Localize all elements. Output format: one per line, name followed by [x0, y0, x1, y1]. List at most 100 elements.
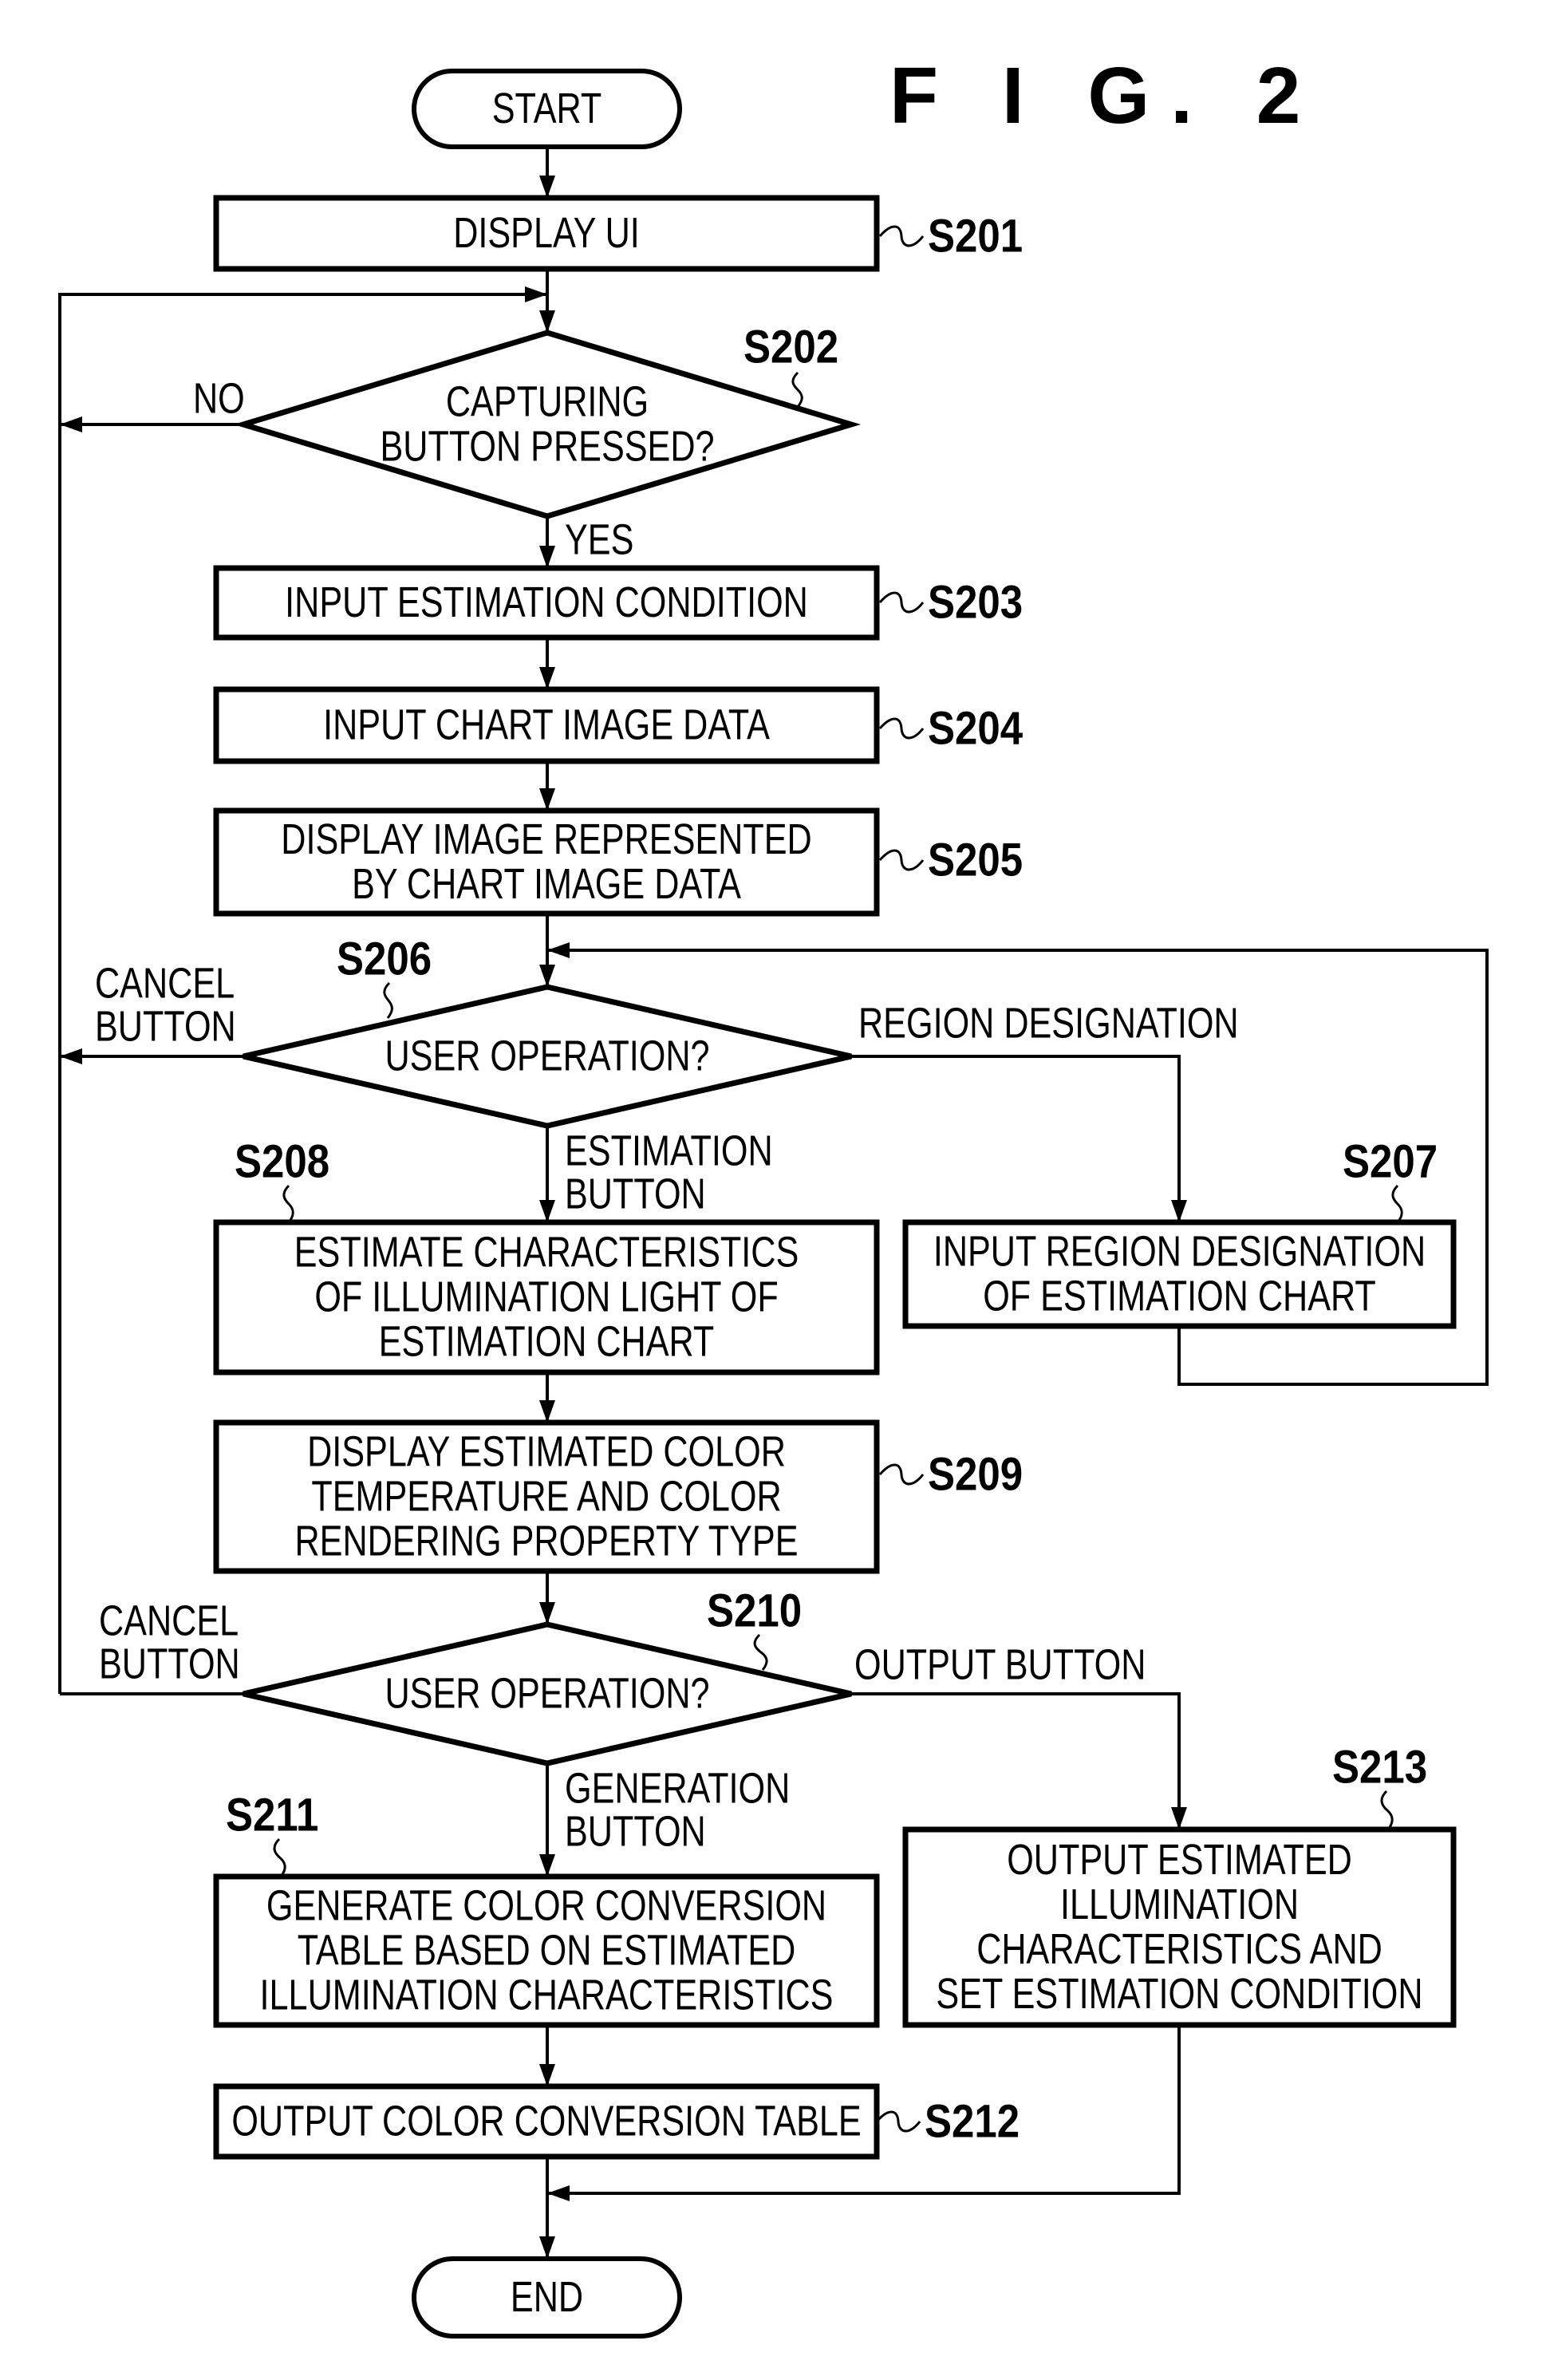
arrowhead-icon: [539, 667, 555, 689]
labels: START DISPLAY UI S201 CAPTURINGBUTTON PRESS…: [95, 51, 1438, 2321]
arrowhead-icon: [539, 2064, 555, 2086]
node-text-s213-line: CHARACTERISTICS AND: [976, 1926, 1382, 1974]
node-text-end-line: END: [511, 2274, 583, 2322]
node-text-s209-line: RENDERING PROPERTY TYPE: [294, 1518, 798, 1565]
leader-tilde-icon: [878, 1463, 925, 1486]
leader-tilde-icon: [878, 717, 925, 740]
arrowhead-icon: [1171, 1200, 1187, 1222]
arrowhead-icon: [539, 1602, 555, 1624]
node-text-s201-line: DISPLAY UI: [453, 210, 640, 258]
edge-label-s206_region: REGION DESIGNATION: [858, 1000, 1239, 1048]
step-label-s213: S213: [1332, 1742, 1427, 1794]
arrowhead-icon: [539, 965, 555, 987]
node-text-s204-line: INPUT CHART IMAGE DATA: [323, 701, 770, 749]
step-label-s207: S207: [1343, 1136, 1438, 1188]
node-text-s203-line: INPUT ESTIMATION CONDITION: [285, 579, 808, 627]
edge-label-line: BUTTON: [99, 1640, 240, 1688]
edge-label-s202_yes: YES: [565, 516, 633, 564]
arrowhead-icon: [539, 1854, 555, 1877]
leader-tilde-icon: [878, 225, 925, 247]
step-label-s205: S205: [928, 835, 1023, 886]
step-label-s204: S204: [928, 703, 1024, 755]
node-text-s209-line: TEMPERATURE AND COLOR: [311, 1473, 781, 1521]
arrowhead-icon: [539, 1200, 555, 1222]
node-text-s202-line: CAPTURING: [446, 378, 649, 426]
node-text-s202-line: BUTTON PRESSED?: [380, 423, 714, 471]
edge-label-line: ESTIMATION: [565, 1127, 773, 1175]
arrowhead-icon: [1171, 1807, 1187, 1829]
edge-label-line: BUTTON: [95, 1003, 236, 1051]
step-label-s209: S209: [928, 1449, 1023, 1501]
node-text-start-line: START: [492, 85, 602, 133]
step-label-s201: S201: [928, 211, 1023, 262]
step-label-s202: S202: [743, 322, 838, 373]
leader-tilde-icon: [878, 849, 925, 871]
edge-label-s210_output: OUTPUT BUTTON: [854, 1641, 1146, 1689]
step-label-s211: S211: [226, 1790, 318, 1841]
node-text-s208-line: ESTIMATION CHART: [379, 1318, 715, 1366]
step-label-s203: S203: [928, 577, 1023, 629]
node-text-s209: DISPLAY ESTIMATED COLORTEMPERATURE AND C…: [294, 1428, 798, 1565]
flowchart: START DISPLAY UI S201 CAPTURINGBUTTON PRESS…: [58, 51, 1489, 2339]
edge-label-s206_cancel: CANCELBUTTON: [95, 960, 236, 1051]
node-text-s207-line: INPUT REGION DESIGNATION: [933, 1228, 1426, 1276]
node-text-s205-line: BY CHART IMAGE DATA: [352, 861, 741, 909]
arrowhead-icon: [539, 788, 555, 811]
node-text-s207-line: OF ESTIMATION CHART: [983, 1273, 1376, 1320]
node-text-start: START: [492, 85, 602, 133]
arrowhead-icon: [539, 2236, 555, 2259]
node-text-s206-line: USER OPERATION?: [385, 1032, 709, 1080]
leader-squiggle-icon: [1391, 1184, 1403, 1223]
edge-label-s210_cancel: CANCELBUTTON: [99, 1597, 240, 1688]
leader-squiggle-icon: [1380, 1790, 1394, 1830]
edge-label-line: BUTTON: [565, 1808, 706, 1856]
node-text-s211-line: TABLE BASED ON ESTIMATED: [298, 1927, 796, 1975]
node-text-s212-line: OUTPUT COLOR CONVERSION TABLE: [231, 2098, 861, 2145]
node-text-s205-line: DISPLAY IMAGE REPRESENTED: [281, 816, 811, 864]
node-text-end: END: [511, 2274, 583, 2322]
edge-label-line: CANCEL: [95, 960, 235, 1008]
node-text-s210-line: USER OPERATION?: [385, 1670, 709, 1718]
node-text-s211-line: ILLUMINATION CHARACTERISTICS: [260, 1971, 834, 2019]
node-text-s210: USER OPERATION?: [385, 1670, 709, 1718]
node-text-s209-line: DISPLAY ESTIMATED COLOR: [307, 1428, 786, 1476]
node-text-s213-line: ILLUMINATION: [1060, 1881, 1299, 1929]
leader-squiggle-icon: [273, 1837, 286, 1877]
leader-squiggle-icon: [791, 371, 803, 408]
node-text-s208-line: OF ILLUMINATION LIGHT OF: [314, 1273, 778, 1321]
arrowhead-icon: [547, 2185, 570, 2201]
node-text-s203: INPUT ESTIMATION CONDITION: [285, 579, 808, 627]
step-label-s212: S212: [925, 2096, 1020, 2148]
arrowhead-icon: [60, 416, 82, 432]
node-text-s213: OUTPUT ESTIMATEDILLUMINATIONCHARACTERIST…: [936, 1837, 1422, 2019]
arrowhead-icon: [539, 310, 555, 333]
arrowhead-icon: [539, 546, 555, 568]
edge-label-s206_estimation: ESTIMATIONBUTTON: [565, 1127, 773, 1218]
node-text-s206: USER OPERATION?: [385, 1032, 709, 1080]
arrowhead-icon: [60, 1048, 82, 1064]
arrowhead-icon: [539, 176, 555, 198]
node-text-s205: DISPLAY IMAGE REPRESENTEDBY CHART IMAGE …: [281, 816, 811, 909]
node-text-s201: DISPLAY UI: [453, 210, 640, 258]
edge-label-line: CANCEL: [99, 1597, 239, 1645]
step-label-s206: S206: [337, 933, 432, 985]
arrowhead-icon: [547, 942, 570, 958]
edge-label-line: BUTTON: [565, 1170, 706, 1218]
edge-label-s202_no: NO: [193, 375, 245, 423]
arrowhead-icon: [539, 1400, 555, 1423]
figure-title: F I G. 2: [889, 51, 1321, 140]
node-text-s211-line: GENERATE COLOR CONVERSION: [266, 1882, 826, 1930]
node-text-s208-line: ESTIMATE CHARACTERISTICS: [294, 1229, 799, 1277]
node-text-s213-line: SET ESTIMATION CONDITION: [936, 1971, 1422, 2019]
leader-tilde-icon: [875, 2110, 921, 2133]
leader-tilde-icon: [878, 591, 925, 614]
edge-label-line: NO: [193, 375, 245, 423]
node-text-s213-line: OUTPUT ESTIMATED: [1007, 1837, 1352, 1885]
leader-squiggle-icon: [753, 1633, 768, 1671]
leader-squiggle-icon: [383, 981, 393, 1019]
node-text-s211: GENERATE COLOR CONVERSIONTABLE BASED ON …: [260, 1882, 834, 2019]
node-text-s212: OUTPUT COLOR CONVERSION TABLE: [231, 2098, 861, 2145]
edge-s206-region: [851, 1055, 1181, 1222]
node-text-s204: INPUT CHART IMAGE DATA: [323, 701, 770, 749]
edge-label-line: OUTPUT BUTTON: [854, 1641, 1146, 1689]
